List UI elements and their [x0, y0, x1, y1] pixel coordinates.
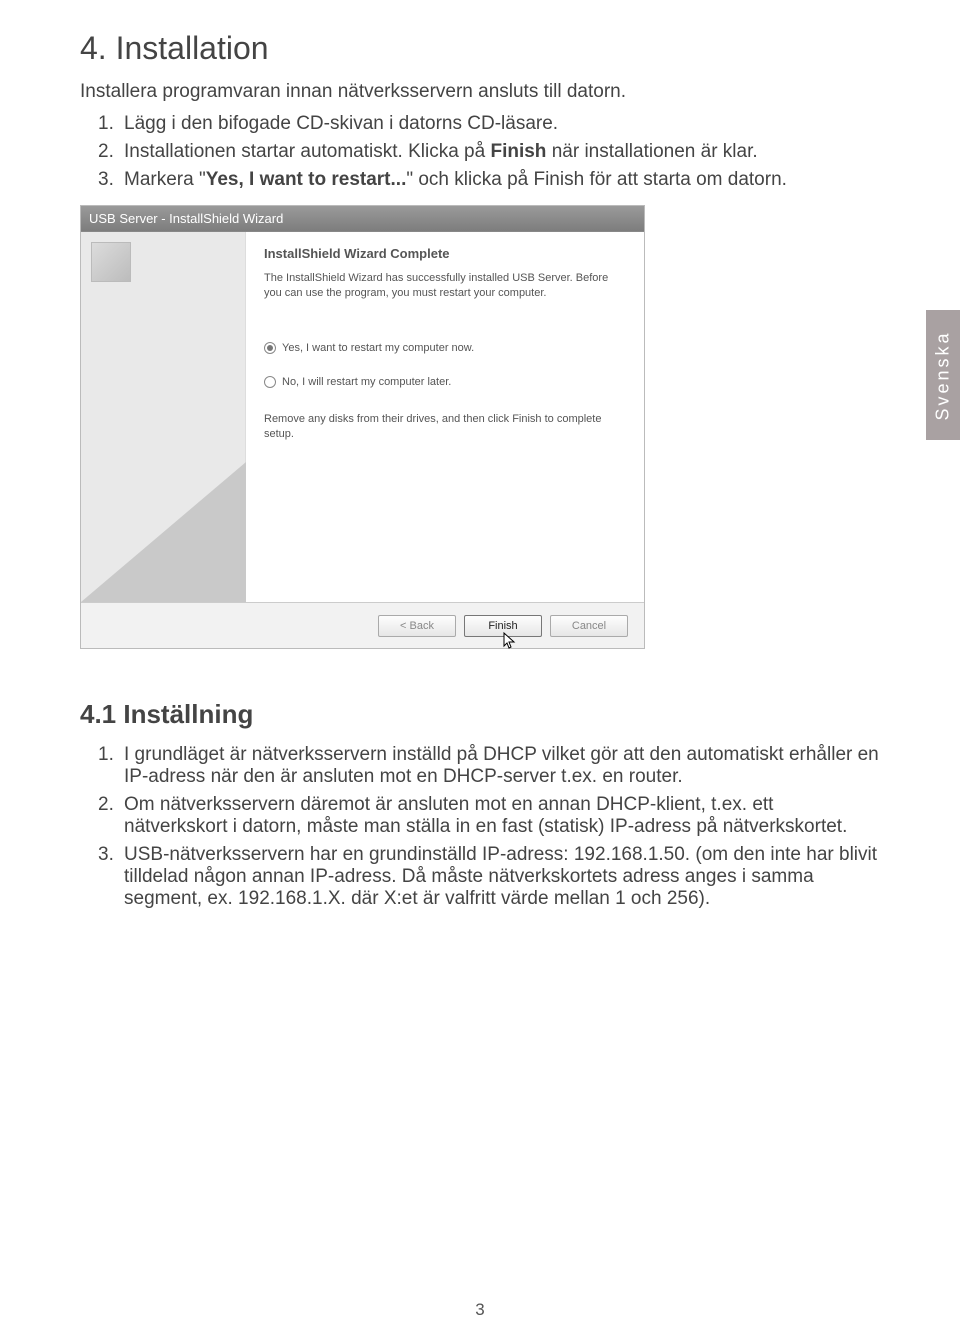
install-steps-list: 1. Lägg i den bifogade CD-skivan i dator… — [98, 113, 880, 191]
wizard-paragraph: The InstallShield Wizard has successfull… — [264, 271, 626, 302]
list-item: 2. Installationen startar automatiskt. K… — [98, 141, 880, 163]
radio-label: No, I will restart my computer later. — [282, 376, 451, 388]
wizard-complete-heading: InstallShield Wizard Complete — [264, 246, 626, 261]
section-heading: 4. Installation — [80, 30, 880, 67]
bold-text: Yes, I want to restart... — [206, 169, 407, 190]
wizard-graphic — [81, 462, 246, 602]
finish-button[interactable]: Finish — [464, 615, 542, 637]
cursor-icon — [503, 632, 517, 650]
radio-restart-later[interactable]: No, I will restart my computer later. — [264, 376, 626, 388]
wizard-logo-icon — [91, 242, 131, 282]
list-item: 1. Lägg i den bifogade CD-skivan i dator… — [98, 113, 880, 135]
text: Installationen startar automatiskt. Klic… — [124, 141, 490, 162]
list-item: 1. I grundläget är nätverksservern instä… — [98, 744, 880, 788]
cancel-button[interactable]: Cancel — [550, 615, 628, 637]
list-text: Markera "Yes, I want to restart..." och … — [124, 169, 880, 191]
radio-label: Yes, I want to restart my computer now. — [282, 342, 474, 354]
subsection-heading: 4.1 Inställning — [80, 699, 880, 730]
list-item: 3. USB-nätverksservern har en grundinstä… — [98, 844, 880, 910]
radio-restart-now[interactable]: Yes, I want to restart my computer now. — [264, 342, 626, 354]
wizard-titlebar: USB Server - InstallShield Wizard — [81, 206, 644, 232]
wizard-sidebar-image — [81, 232, 246, 602]
language-tab: Svenska — [926, 310, 960, 440]
button-label: Finish — [488, 620, 517, 632]
settings-steps-list: 1. I grundläget är nätverksservern instä… — [98, 744, 880, 910]
list-number: 2. — [98, 141, 124, 163]
list-number: 3. — [98, 169, 124, 191]
text: " och klicka på Finish för att starta om… — [406, 169, 787, 190]
list-text: USB-nätverksservern har en grundinställd… — [124, 844, 880, 910]
text: när installationen är klar. — [546, 141, 757, 162]
text: Markera " — [124, 169, 206, 190]
radio-unselected-icon — [264, 376, 276, 388]
list-number: 2. — [98, 794, 124, 838]
language-label: Svenska — [933, 330, 954, 420]
wizard-paragraph: Remove any disks from their drives, and … — [264, 412, 626, 443]
page-number: 3 — [0, 1300, 960, 1320]
list-text: Installationen startar automatiskt. Klic… — [124, 141, 880, 163]
wizard-button-bar: < Back Finish Cancel — [81, 602, 644, 648]
list-text: Lägg i den bifogade CD-skivan i datorns … — [124, 113, 880, 135]
list-number: 3. — [98, 844, 124, 910]
list-item: 2. Om nätverksservern däremot är anslute… — [98, 794, 880, 838]
list-text: Om nätverksservern däremot är ansluten m… — [124, 794, 880, 838]
wizard-screenshot: USB Server - InstallShield Wizard Instal… — [80, 205, 645, 649]
list-number: 1. — [98, 113, 124, 135]
radio-selected-icon — [264, 342, 276, 354]
list-text: I grundläget är nätverksservern inställd… — [124, 744, 880, 788]
back-button[interactable]: < Back — [378, 615, 456, 637]
list-item: 3. Markera "Yes, I want to restart..." o… — [98, 169, 880, 191]
bold-text: Finish — [490, 141, 546, 162]
intro-paragraph: Installera programvaran innan nätverksse… — [80, 81, 880, 103]
list-number: 1. — [98, 744, 124, 788]
